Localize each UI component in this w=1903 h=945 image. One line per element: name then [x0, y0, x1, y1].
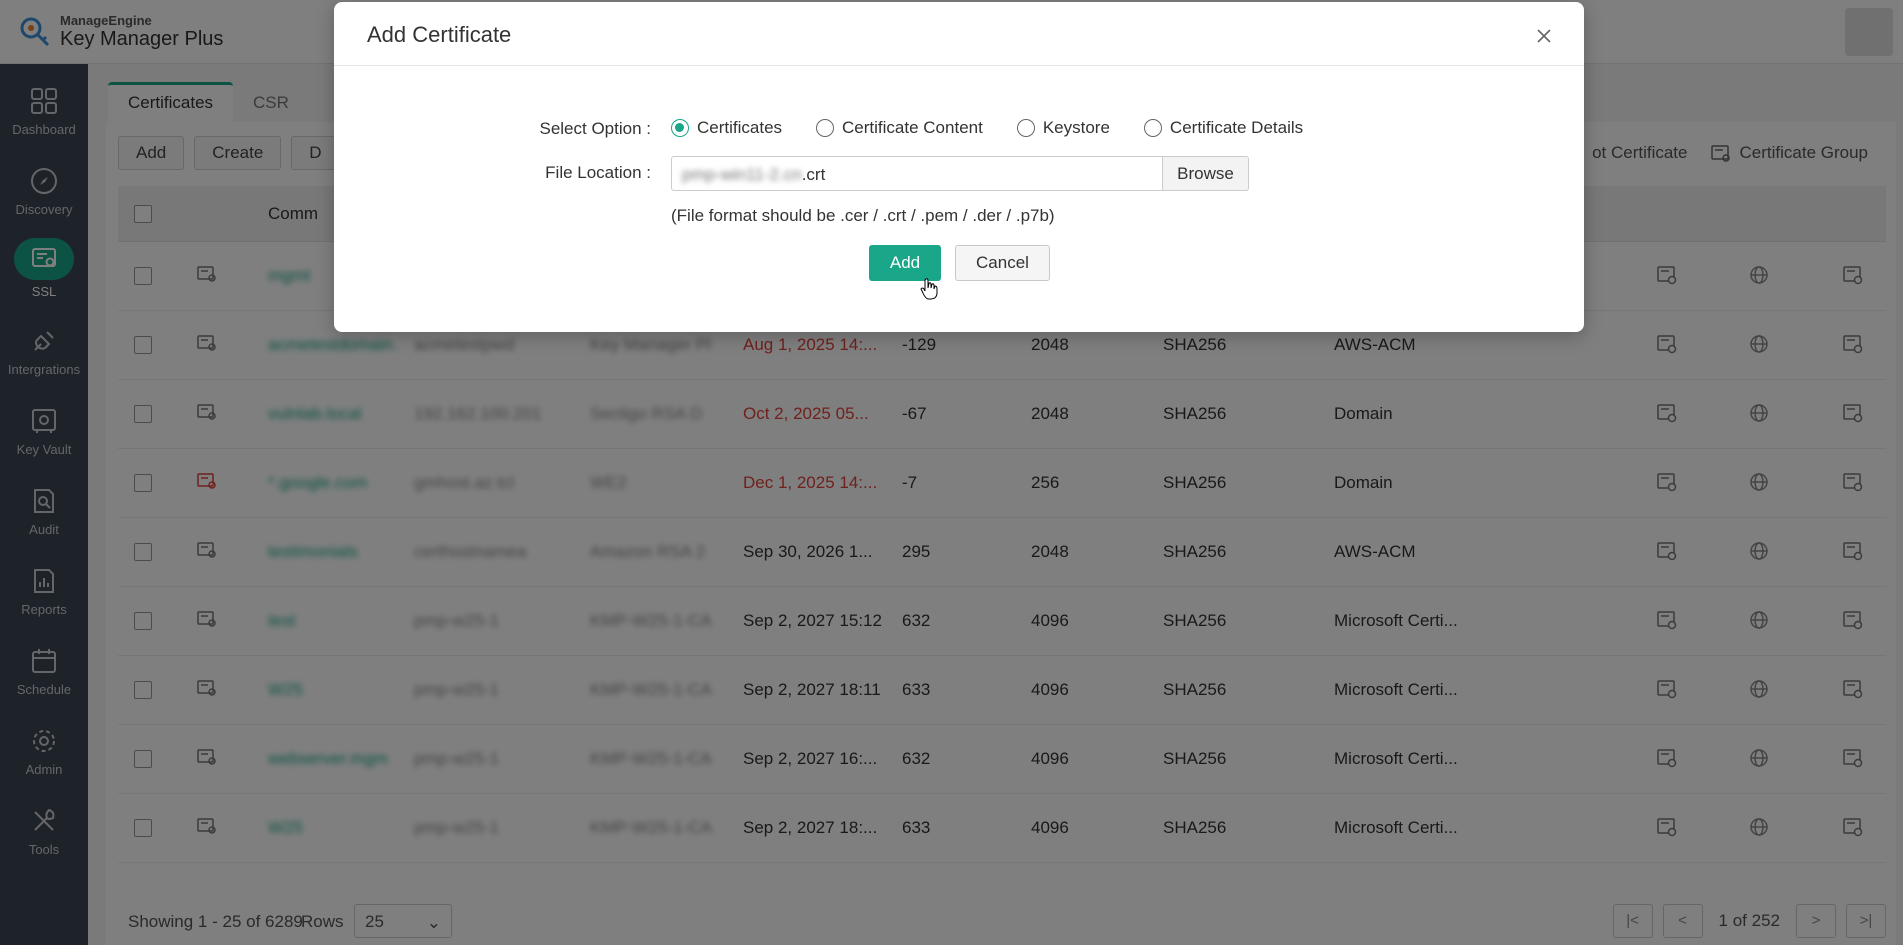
app-root: ManageEngine Key Manager Plus Dashboard …: [0, 0, 1903, 945]
file-location-label: File Location :: [545, 163, 651, 182]
file-name-blurred: pmp-win11-2.cn: [682, 165, 802, 184]
hand-cursor-icon: [920, 278, 938, 300]
radio-label: Certificates: [697, 118, 783, 137]
radio-dot: [816, 119, 835, 137]
browse-button[interactable]: Browse: [1163, 156, 1249, 191]
file-location-input[interactable]: pmp-win11-2.cn.crt: [671, 156, 1163, 191]
cancel-button[interactable]: Cancel: [955, 245, 1050, 281]
radio-dot: [671, 119, 689, 137]
file-format-hint: (File format should be .cer / .crt / .pe…: [671, 206, 1055, 225]
dialog-title: Add Certificate: [367, 22, 512, 47]
select-option-label: Select Option :: [539, 119, 651, 138]
radio-certificate-content[interactable]: Certificate Content: [816, 118, 983, 138]
radio-label: Keystore: [1042, 118, 1110, 137]
radio-certificate-details[interactable]: Certificate Details: [1143, 118, 1304, 138]
radio-dot: [1143, 119, 1162, 137]
option-radio-group: Certificates Certificate Content Keystor…: [671, 118, 1337, 138]
radio-label: Certificate Content: [842, 118, 983, 137]
add-certificate-dialog: Add Certificate Select Option : Certific…: [334, 2, 1584, 332]
radio-dot: [1016, 119, 1035, 137]
radio-certificates[interactable]: Certificates: [671, 118, 782, 138]
dialog-header: Add Certificate: [334, 2, 1584, 66]
radio-label: Certificate Details: [1169, 118, 1304, 137]
radio-keystore[interactable]: Keystore: [1016, 118, 1110, 138]
add-button[interactable]: Add: [869, 245, 941, 281]
close-icon[interactable]: [1536, 28, 1552, 44]
file-extension: .crt: [801, 165, 826, 184]
